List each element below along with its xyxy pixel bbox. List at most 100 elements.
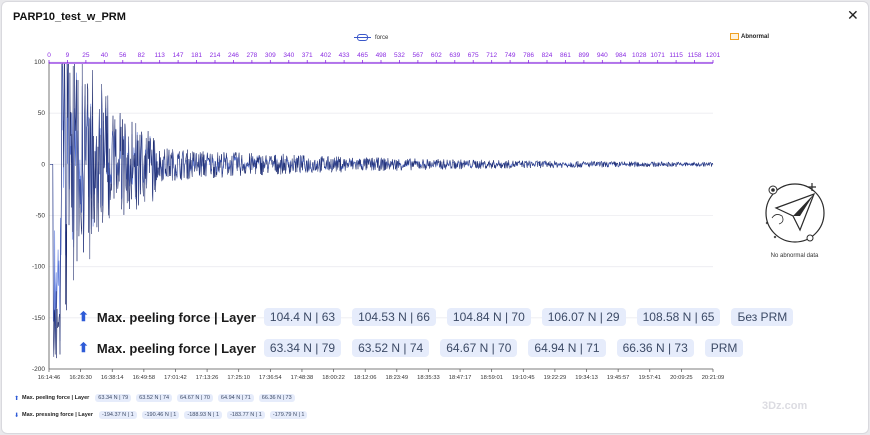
top-axis-label: 1028 — [632, 52, 647, 59]
y-tick-label: 50 — [38, 110, 46, 117]
top-axis-label: 532 — [394, 52, 405, 59]
top-axis-label: 278 — [246, 52, 257, 59]
summary-chip: 63.34 N | 79 — [95, 394, 132, 402]
top-axis-label: 712 — [486, 52, 497, 59]
bottom-axis: 16:14:46 16:26:30 16:38:14 16:49:58 17:01:42… — [38, 368, 725, 381]
top-axis-label: 214 — [210, 52, 221, 59]
force-line-light — [50, 63, 713, 350]
bottom-axis-label: 19:57:41 — [638, 375, 661, 381]
top-axis-label: 402 — [320, 52, 331, 59]
bottom-axis-label: 17:25:10 — [227, 375, 250, 381]
download-icon: ⬇ — [14, 412, 20, 419]
bottom-axis-label: 17:48:38 — [291, 375, 314, 381]
bottom-axis-label: 18:12:06 — [354, 375, 377, 381]
top-axis-label: 181 — [191, 52, 202, 59]
upload-icon: ⬆ — [78, 340, 89, 355]
top-axis-label: 309 — [265, 52, 276, 59]
annotation-chip: 106.07 N | 29 — [541, 308, 626, 326]
top-axis-label: 899 — [578, 52, 589, 59]
y-axis: 100 50 0 -50 -100 -150 -200 — [32, 59, 50, 373]
bottom-axis-label: 16:49:58 — [133, 375, 156, 381]
summary-pressing-row: ⬇ Max. pressing force | Layer -194.37 N … — [14, 411, 312, 419]
top-axis-label: 861 — [560, 52, 571, 59]
chart-dialog: PARP10_test_w_PRM ✕ force Abnormal 100 50… — [1, 1, 869, 434]
top-axis-label: 984 — [615, 52, 626, 59]
annotation-label: Max. peeling force | Layer — [96, 340, 256, 356]
bottom-axis-label: 19:10:45 — [512, 375, 535, 381]
annotation-tag: PRM — [704, 339, 744, 357]
summary-chip: -179.79 N | 1 — [269, 411, 308, 419]
annotation-chip: 104.4 N | 63 — [263, 308, 342, 326]
summary-chip: -183.77 N | 1 — [227, 411, 265, 419]
top-axis-label: 602 — [431, 52, 442, 59]
top-axis-label: 0 — [47, 52, 51, 59]
annotation-chip: 108.58 N | 65 — [636, 308, 721, 326]
y-tick-label: -200 — [32, 366, 45, 373]
summary-chip: -194.37 N | 1 — [98, 411, 137, 419]
top-axis-label: 9 — [66, 52, 70, 59]
summary-chip: 63.52 N | 74 — [136, 394, 173, 402]
summary-label: Max. pressing force | Layer — [22, 412, 93, 418]
annotation-chip: 104.53 N | 66 — [352, 308, 436, 326]
top-axis-label: 786 — [523, 52, 534, 59]
bottom-axis-label: 18:35:33 — [417, 375, 440, 381]
y-tick-label: -150 — [32, 315, 45, 322]
summary-chip: 66.36 N | 73 — [258, 394, 295, 402]
top-axis-label: 1115 — [669, 52, 683, 59]
bottom-axis-label: 20:21:09 — [702, 375, 725, 381]
bottom-axis-label: 18:23:49 — [386, 375, 409, 381]
top-axis-label: 340 — [283, 52, 294, 59]
bottom-axis-label: 16:38:14 — [101, 375, 124, 381]
bottom-axis-label: 20:09:25 — [670, 375, 693, 381]
top-axis-label: 246 — [228, 52, 239, 59]
top-axis-label: 498 — [376, 52, 387, 59]
upload-icon: ⬆ — [14, 395, 20, 402]
bottom-axis-label: 17:13:26 — [196, 375, 219, 381]
annotation-label: Max. peeling force | Layer — [96, 309, 256, 325]
bottom-axis-label: 19:34:13 — [575, 375, 598, 381]
peeling-annotation-row-2: ⬆ Max. peeling force | Layer 63.34 N | 7… — [78, 339, 744, 357]
top-axis-label: 465 — [357, 52, 368, 59]
y-tick-label: 0 — [41, 161, 45, 168]
annotation-chip: 64.67 N | 70 — [440, 339, 518, 357]
top-axis-label: 940 — [597, 52, 608, 59]
top-axis-label: 1158 — [688, 52, 702, 59]
bottom-axis-label: 16:26:30 — [69, 375, 92, 381]
force-chart[interactable]: 100 50 0 -50 -100 -150 -200 0 9 25 40 56 82 113 147 18… — [2, 2, 868, 433]
bottom-axis-label: 19:45:57 — [607, 375, 630, 381]
y-tick-label: -100 — [32, 264, 45, 271]
bottom-axis-label: 18:59:01 — [480, 375, 503, 381]
annotation-chip: 63.52 N | 74 — [352, 339, 430, 357]
annotation-chip: 64.94 N | 71 — [528, 339, 606, 357]
y-tick-label: 100 — [34, 59, 45, 66]
annotation-chip: 104.84 N | 70 — [446, 308, 531, 326]
summary-peeling-row: ⬆ Max. peeling force | Layer 63.34 N | 7… — [14, 394, 300, 402]
summary-chip: -190.46 N | 1 — [141, 411, 180, 419]
top-axis-label: 25 — [82, 52, 90, 59]
top-axis-label: 824 — [542, 52, 553, 59]
upload-icon: ⬆ — [78, 309, 89, 324]
peeling-annotation-row-1: ⬆ Max. peeling force | Layer 104.4 N | 6… — [78, 308, 794, 326]
annotation-tag: Без PRM — [731, 308, 794, 326]
y-tick-label: -50 — [36, 213, 46, 220]
bottom-axis-label: 19:22:29 — [544, 375, 567, 381]
top-axis: 0 9 25 40 56 82 113 147 181 214 246 278 309 340 371 402… — [47, 52, 721, 64]
top-axis-label: 567 — [412, 52, 423, 59]
top-axis-label: 56 — [119, 52, 127, 59]
top-axis-label: 82 — [138, 52, 146, 59]
top-axis-label: 40 — [101, 52, 109, 59]
top-axis-label: 147 — [173, 52, 184, 59]
summary-chip: -188.93 N | 1 — [184, 411, 223, 419]
bottom-axis-label: 17:36:54 — [259, 375, 282, 381]
summary-chip: 64.94 N | 71 — [217, 394, 254, 402]
empty-state-text: No abnormal data — [770, 253, 819, 259]
bottom-axis-label: 18:00:22 — [322, 375, 345, 381]
watermark: 3Dz.com — [762, 400, 808, 412]
summary-label: Max. peeling force | Layer — [22, 395, 90, 401]
top-axis-label: 1201 — [706, 52, 721, 59]
bottom-axis-label: 17:01:42 — [164, 375, 187, 381]
top-axis-label: 433 — [339, 52, 350, 59]
annotation-chip: 63.34 N | 79 — [263, 339, 342, 357]
top-axis-label: 639 — [449, 52, 460, 59]
paper-plane-icon — [764, 183, 825, 243]
